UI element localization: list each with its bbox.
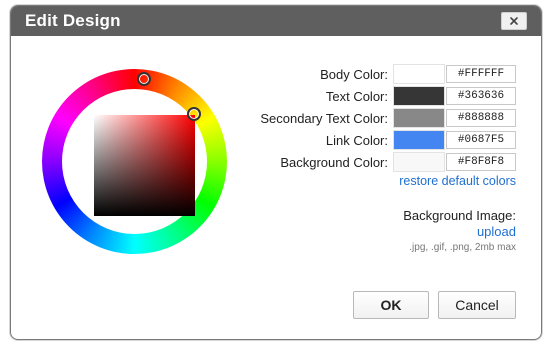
saturation-value-handle[interactable] xyxy=(187,107,201,121)
color-row-secondary-text[interactable]: Secondary Text Color: #888888 xyxy=(246,107,516,129)
link-color-label: Link Color: xyxy=(325,132,388,148)
ok-button[interactable]: OK xyxy=(353,291,429,319)
body-color-hex-field[interactable]: #FFFFFF xyxy=(446,65,516,83)
upload-note: .jpg, .gif, .png, 2mb max xyxy=(409,242,516,253)
dialog-titlebar: Edit Design xyxy=(11,6,541,36)
secondary-text-color-swatch[interactable] xyxy=(393,108,445,128)
color-row-text[interactable]: Text Color: #363636 xyxy=(246,85,516,107)
color-picker[interactable] xyxy=(42,69,227,254)
secondary-text-color-hex-field[interactable]: #888888 xyxy=(446,109,516,127)
close-button[interactable] xyxy=(501,12,527,30)
background-image-section: Background Image: upload .jpg, .gif, .pn… xyxy=(266,208,516,253)
hue-handle[interactable] xyxy=(137,72,151,86)
color-row-background[interactable]: Background Color: #F8F8F8 xyxy=(246,151,516,173)
dialog-title: Edit Design xyxy=(25,11,121,30)
upload-link[interactable]: upload xyxy=(266,224,516,239)
edit-design-dialog: Edit Design Body Color: #FFFFFF Text Col… xyxy=(10,5,542,340)
color-settings: Body Color: #FFFFFF Text Color: #363636 … xyxy=(246,63,516,188)
background-color-label: Background Color: xyxy=(280,154,388,170)
close-icon xyxy=(510,17,518,25)
body-color-label: Body Color: xyxy=(320,66,388,82)
cancel-button[interactable]: Cancel xyxy=(438,291,516,319)
link-color-hex-field[interactable]: #0687F5 xyxy=(446,131,516,149)
text-color-hex-field[interactable]: #363636 xyxy=(446,87,516,105)
link-color-swatch[interactable] xyxy=(393,130,445,150)
text-color-label: Text Color: xyxy=(325,88,388,104)
background-color-hex-field[interactable]: #F8F8F8 xyxy=(446,153,516,171)
secondary-text-color-label: Secondary Text Color: xyxy=(260,110,388,126)
background-image-label: Background Image: xyxy=(403,208,516,223)
color-row-body[interactable]: Body Color: #FFFFFF xyxy=(246,63,516,85)
color-row-link[interactable]: Link Color: #0687F5 xyxy=(246,129,516,151)
restore-default-colors-link[interactable]: restore default colors xyxy=(246,174,516,188)
saturation-value-square[interactable] xyxy=(94,115,195,216)
background-color-swatch[interactable] xyxy=(393,152,445,172)
text-color-swatch[interactable] xyxy=(393,86,445,106)
body-color-swatch[interactable] xyxy=(393,64,445,84)
